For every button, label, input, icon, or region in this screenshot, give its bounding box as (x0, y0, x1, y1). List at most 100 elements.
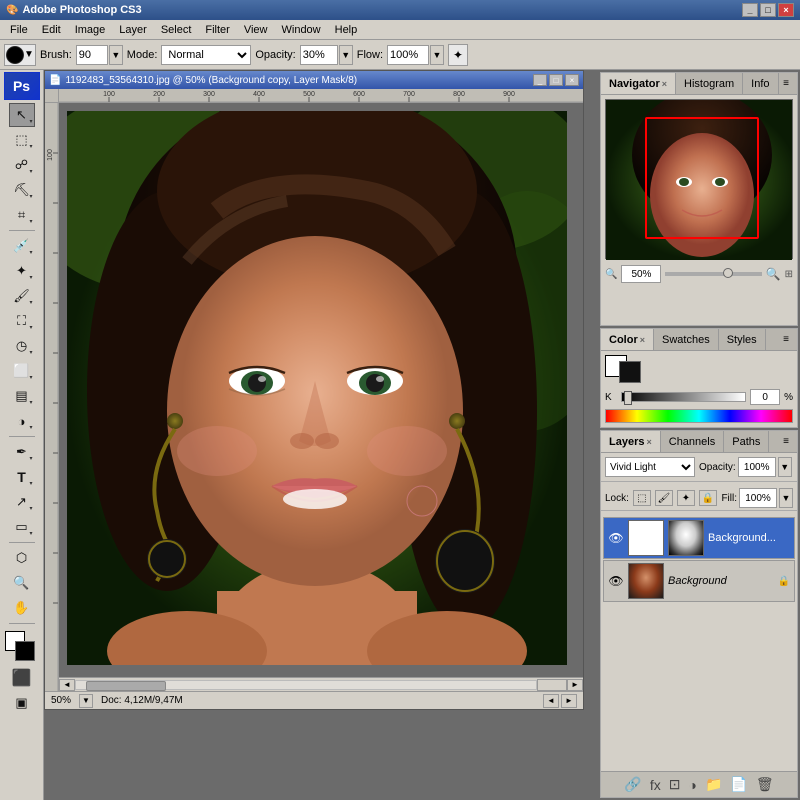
marquee-tool[interactable]: ⬚▾ (9, 128, 35, 152)
menu-select[interactable]: Select (155, 22, 198, 38)
h-scroll-thumb[interactable] (86, 681, 166, 691)
tab-paths[interactable]: Paths (724, 431, 769, 452)
tab-styles[interactable]: Styles (719, 329, 766, 350)
brush-size-arrow[interactable]: ▼ (109, 45, 123, 65)
delete-layer-btn[interactable]: 🗑 (756, 776, 774, 793)
tab-navigator-close[interactable]: × (662, 79, 667, 89)
opacity-arrow[interactable]: ▼ (339, 45, 353, 65)
crop-tool[interactable]: ⌗▾ (9, 203, 35, 227)
doc-minimize[interactable]: _ (533, 74, 547, 86)
scroll-right-btn[interactable]: ► (567, 679, 583, 691)
menu-file[interactable]: File (4, 22, 34, 38)
menu-edit[interactable]: Edit (36, 22, 67, 38)
quick-mask-btn[interactable]: ⬛ (9, 666, 35, 690)
heal-tool[interactable]: ✦▾ (9, 259, 35, 283)
zoom-slider[interactable] (665, 272, 761, 276)
scrollbar-horizontal[interactable]: ◄ ► (59, 677, 583, 691)
close-button[interactable]: × (778, 3, 794, 17)
opacity-value-input[interactable] (738, 457, 776, 477)
zoom-fit-icon[interactable]: ⊞ (785, 269, 793, 280)
layer-1-visibility[interactable]: 👁 (608, 573, 624, 589)
shape-tool[interactable]: ▭▾ (9, 515, 35, 539)
layers-tab-close[interactable]: × (646, 437, 651, 447)
brush-size-input[interactable]: 90 (76, 45, 108, 65)
layer-blend-mode-select[interactable]: Vivid Light Normal Multiply Screen Overl… (605, 457, 695, 477)
tab-navigator[interactable]: Navigator × (601, 73, 676, 94)
airbrush-btn[interactable]: ✦ (448, 44, 468, 66)
tab-info[interactable]: Info (743, 73, 778, 94)
path-select-tool[interactable]: ↗▾ (9, 490, 35, 514)
nav-zoom-input[interactable] (621, 265, 661, 283)
menu-window[interactable]: Window (276, 22, 327, 38)
flow-input[interactable]: 100% (387, 45, 429, 65)
navigator-menu-icon[interactable]: ≡ (779, 77, 793, 91)
layer-0-visibility[interactable]: 👁 (608, 530, 624, 546)
menu-help[interactable]: Help (329, 22, 364, 38)
eraser-tool[interactable]: ⬜▾ (9, 359, 35, 383)
new-group-btn[interactable]: 📁 (705, 776, 722, 793)
blend-mode-select[interactable]: Normal (161, 45, 251, 65)
menu-filter[interactable]: Filter (199, 22, 235, 38)
prev-frame-btn[interactable]: ◄ (543, 694, 559, 708)
fill-value-input[interactable] (739, 488, 777, 508)
quick-select-tool[interactable]: ⛏▾ (9, 178, 35, 202)
screen-mode-btn[interactable]: ▣ (9, 691, 35, 715)
tab-histogram[interactable]: Histogram (676, 73, 743, 94)
pen-tool[interactable]: ✒▾ (9, 440, 35, 464)
color-spectrum-bar[interactable] (605, 409, 793, 423)
gradient-tool[interactable]: ▤▾ (9, 384, 35, 408)
doc-maximize[interactable]: □ (549, 74, 563, 86)
maximize-button[interactable]: □ (760, 3, 776, 17)
scroll-left-btn[interactable]: ◄ (59, 679, 75, 691)
tab-color[interactable]: Color × (601, 329, 654, 350)
background-color-swatch[interactable] (619, 361, 641, 383)
history-tool[interactable]: ◷▾ (9, 334, 35, 358)
layer-adjust-btn[interactable]: ◑ (688, 777, 696, 793)
zoom-in-icon[interactable]: 🔍 (766, 267, 781, 281)
brush-tool[interactable]: 🖌▾ (9, 284, 35, 308)
eyedropper-tool[interactable]: 💉▾ (9, 234, 35, 258)
canvas-content[interactable] (67, 111, 567, 665)
move-tool[interactable]: ↖▾ (9, 103, 35, 127)
k-slider-thumb[interactable] (624, 391, 632, 405)
clone-tool[interactable]: ⛶▾ (9, 309, 35, 333)
next-frame-btn[interactable]: ► (561, 694, 577, 708)
k-slider[interactable] (621, 392, 746, 402)
lasso-tool[interactable]: ☍▾ (9, 153, 35, 177)
menu-view[interactable]: View (238, 22, 274, 38)
zoom-tool[interactable]: 🔍 (9, 571, 35, 595)
lock-transparent-btn[interactable]: ⬚ (633, 490, 651, 506)
new-layer-btn[interactable]: 📄 (730, 776, 747, 793)
color-panel-menu-icon[interactable]: ≡ (779, 333, 793, 347)
lock-paint-btn[interactable]: 🖌 (655, 490, 673, 506)
opacity-input[interactable]: 30% (300, 45, 338, 65)
minimize-button[interactable]: _ (742, 3, 758, 17)
layer-link-btn[interactable]: 🔗 (624, 776, 641, 793)
zoom-menu-btn[interactable]: ▼ (79, 694, 93, 708)
k-value-input[interactable] (750, 389, 780, 405)
3d-tool[interactable]: ⬡ (9, 546, 35, 570)
zoom-slider-thumb[interactable] (723, 268, 733, 278)
background-color[interactable] (15, 641, 35, 661)
tab-swatches[interactable]: Swatches (654, 329, 719, 350)
fill-dropdown-btn[interactable]: ▼ (779, 488, 793, 508)
lock-all-btn[interactable]: 🔒 (699, 490, 717, 506)
layers-panel-menu-icon[interactable]: ≡ (779, 435, 793, 449)
zoom-out-icon[interactable]: 🔍 (605, 269, 617, 280)
menu-layer[interactable]: Layer (113, 22, 153, 38)
flow-arrow[interactable]: ▼ (430, 45, 444, 65)
type-tool[interactable]: T▾ (9, 465, 35, 489)
opacity-dropdown-btn[interactable]: ▼ (778, 457, 792, 477)
menu-image[interactable]: Image (69, 22, 112, 38)
color-tab-close[interactable]: × (640, 335, 645, 345)
hand-tool[interactable]: ✋ (9, 596, 35, 620)
lock-position-btn[interactable]: ✦ (677, 490, 695, 506)
tab-channels[interactable]: Channels (661, 431, 724, 452)
color-fg-bg-picker[interactable] (605, 355, 641, 383)
dodge-tool[interactable]: ◑▾ (9, 409, 35, 433)
layer-fx-btn[interactable]: fx (650, 777, 661, 793)
doc-close[interactable]: × (565, 74, 579, 86)
layer-item-1[interactable]: 👁 Background 🔒 (603, 560, 795, 602)
brush-picker[interactable]: ▼ (4, 44, 36, 66)
tab-layers[interactable]: Layers × (601, 431, 661, 452)
